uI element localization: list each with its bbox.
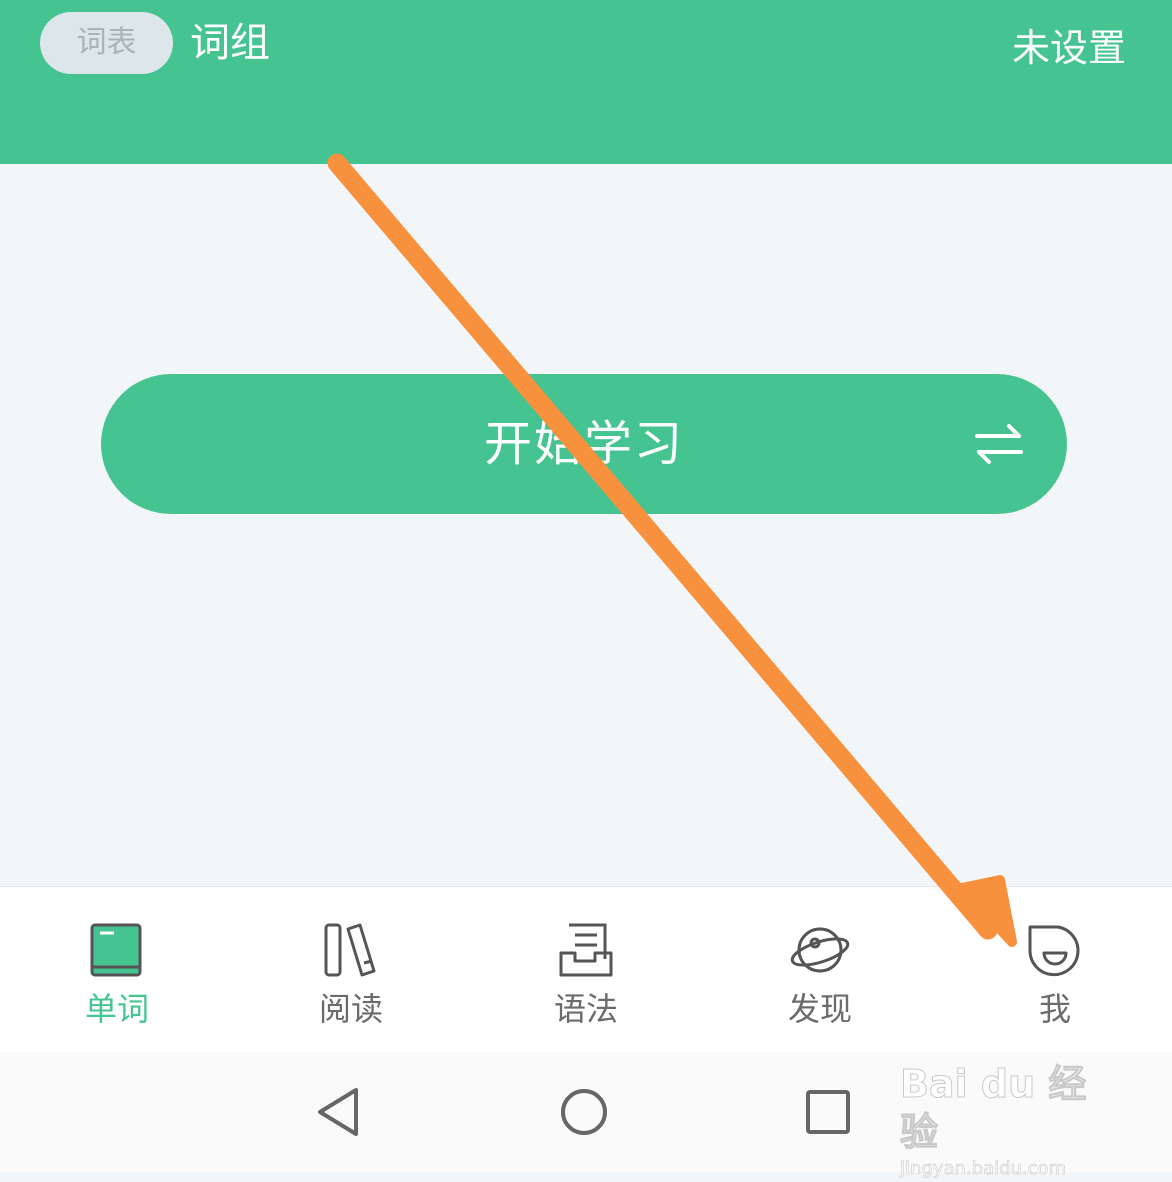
recents-square-icon[interactable] — [800, 1084, 856, 1140]
tab-phrases[interactable]: 词组 — [190, 12, 270, 74]
tab-grammar[interactable]: 语法 — [469, 887, 703, 1053]
books-icon — [324, 923, 376, 977]
bottom-tab-bar: 单词 阅读 语法 发现 我 — [0, 886, 1172, 1053]
top-header: 词表 词组 未设置 — [0, 0, 1172, 164]
tab-grammar-label: 语法 — [553, 990, 618, 1028]
tab-me-label: 我 — [1038, 990, 1071, 1028]
tab-discover-label: 发现 — [787, 990, 852, 1028]
planet-icon — [790, 927, 850, 973]
book-icon — [90, 923, 142, 977]
tab-reading[interactable]: 阅读 — [234, 887, 468, 1053]
back-triangle-icon[interactable] — [312, 1084, 368, 1140]
grammar-doc-icon — [559, 923, 613, 977]
tab-discover[interactable]: 发现 — [703, 887, 937, 1053]
settings-status-link[interactable]: 未设置 — [1012, 18, 1126, 78]
tab-words-label: 单词 — [84, 990, 149, 1028]
swap-arrows-icon[interactable] — [973, 422, 1025, 466]
main-content — [0, 164, 1172, 886]
home-circle-icon[interactable] — [556, 1084, 612, 1140]
tab-wordlist[interactable]: 词表 — [40, 12, 173, 74]
tab-me[interactable]: 我 — [938, 887, 1172, 1053]
tab-reading-label: 阅读 — [318, 990, 383, 1028]
start-learning-button[interactable]: 开始学习 — [101, 374, 1067, 514]
start-learning-label: 开始学习 — [483, 416, 684, 472]
watermark-url: jingyan.baidu.com — [900, 1158, 1067, 1180]
smile-face-icon — [1028, 925, 1080, 977]
tab-words[interactable]: 单词 — [0, 887, 234, 1053]
baidu-jingyan-watermark: Bai du 经验 jingyan.baidu.com — [900, 1060, 1120, 1180]
watermark-logo: Bai du 经验 — [900, 1062, 1087, 1155]
